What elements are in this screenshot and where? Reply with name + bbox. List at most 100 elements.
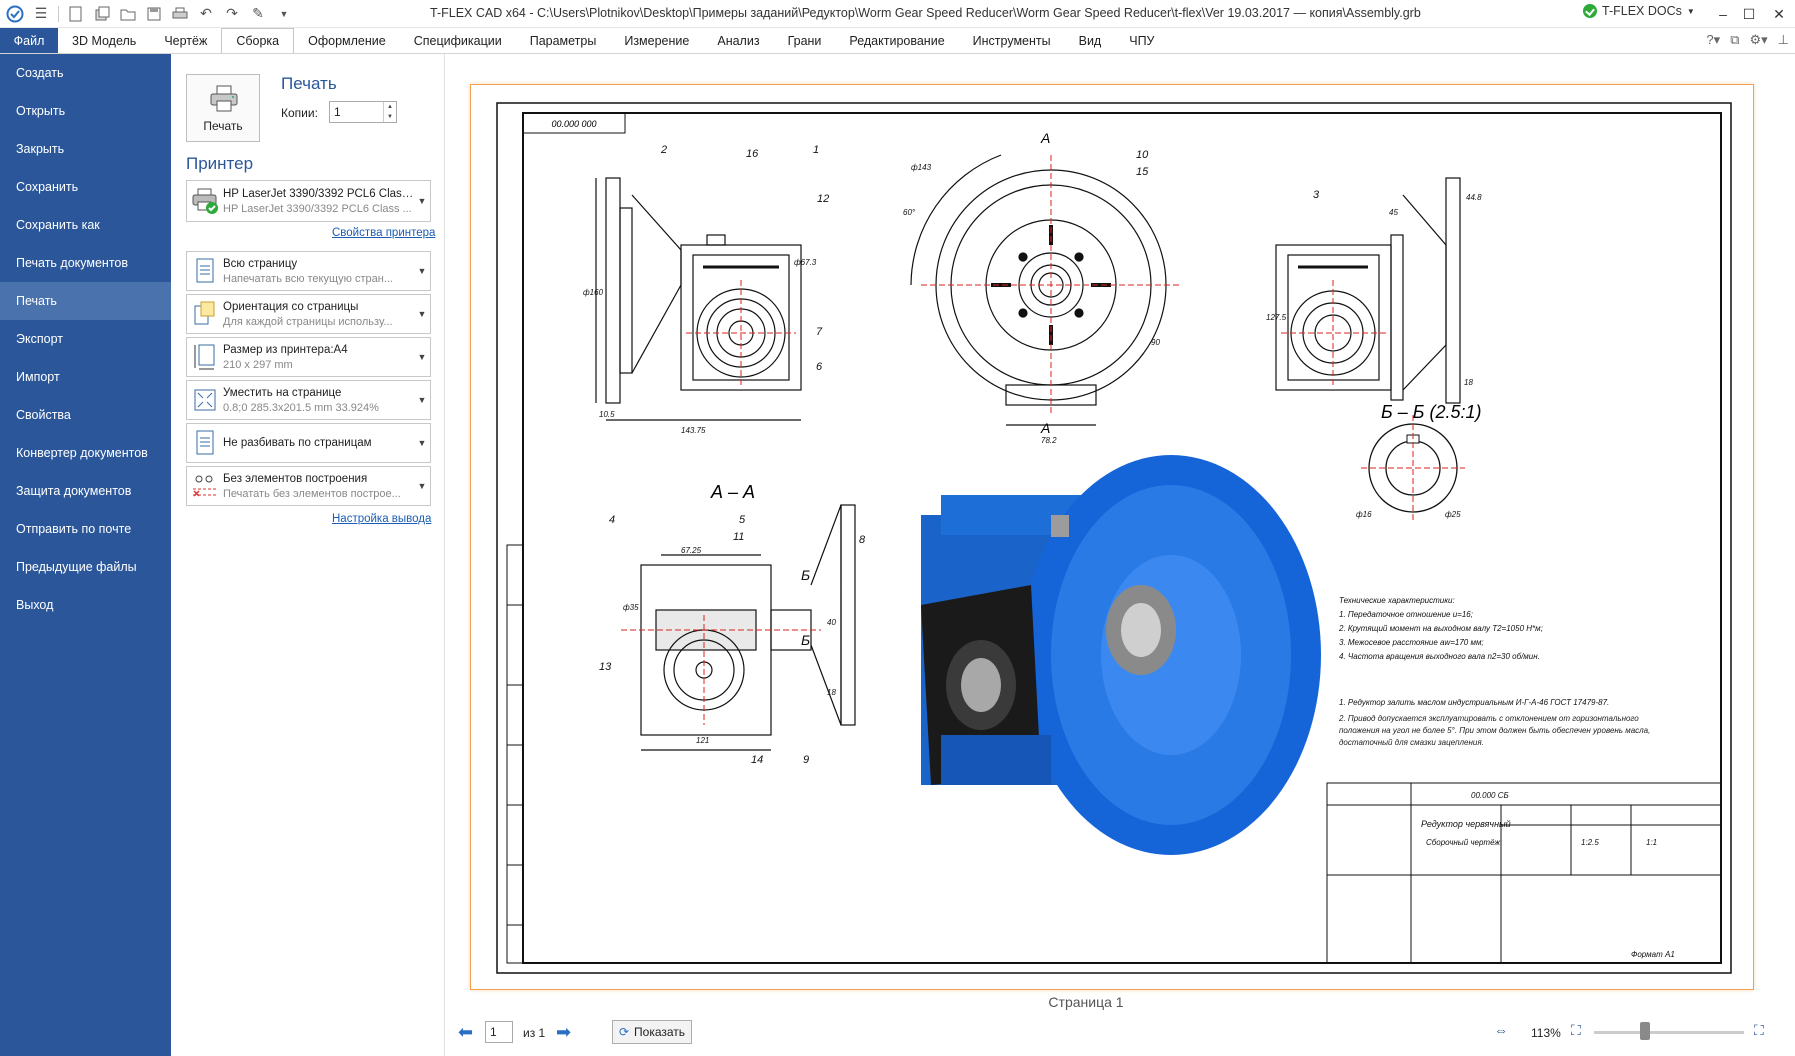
stepper-up-icon[interactable]: ▲ <box>384 102 396 112</box>
option-title: Размер из принтера:A4 <box>223 343 348 356</box>
copies-stepper[interactable]: ▲ ▼ <box>383 102 396 122</box>
close-button[interactable]: ✕ <box>1763 0 1795 28</box>
hamburger-menu-icon[interactable]: ☰ <box>30 3 52 25</box>
tab-faces[interactable]: Грани <box>774 28 836 53</box>
tab-cnc[interactable]: ЧПУ <box>1115 28 1168 53</box>
tab-drawing[interactable]: Чертёж <box>150 28 221 53</box>
chevron-down-icon: ▼ <box>417 481 427 491</box>
nav-print[interactable]: Печать <box>0 282 171 320</box>
open-folder-icon[interactable] <box>117 3 139 25</box>
tab-parameters[interactable]: Параметры <box>516 28 611 53</box>
dim-label: ф25 <box>1445 510 1461 519</box>
docs-connected-icon <box>1583 4 1597 18</box>
maximize-button[interactable]: ☐ <box>1733 0 1765 28</box>
nav-export[interactable]: Экспорт <box>0 320 171 358</box>
nav-open[interactable]: Открыть <box>0 92 171 130</box>
dim-label: ф67.3 <box>794 258 817 267</box>
paper-size-select[interactable]: Размер из принтера:A4 210 x 297 mm ▼ <box>186 337 431 377</box>
nav-exit[interactable]: Выход <box>0 586 171 624</box>
tab-analysis[interactable]: Анализ <box>703 28 773 53</box>
nav-import[interactable]: Импорт <box>0 358 171 396</box>
copies-input[interactable]: 1 ▲ ▼ <box>329 101 397 123</box>
section-bb-title: Б – Б (2.5:1) <box>1381 402 1481 422</box>
settings-gear-icon[interactable]: ⚙▾ <box>1749 32 1767 48</box>
title-scale: 1:1 <box>1646 838 1657 847</box>
save-icon[interactable] <box>143 3 165 25</box>
zoom-slider[interactable] <box>1594 1031 1744 1034</box>
undo-icon[interactable]: ↶ <box>195 3 217 25</box>
preview-page[interactable]: 00.000 000 А А Б – Б (2.5:1) А – А 2 16 … <box>470 84 1754 990</box>
new-document-icon[interactable] <box>65 3 87 25</box>
tech-note: 3. Межосевое расстояние aw=170 мм; <box>1339 638 1484 647</box>
nav-save[interactable]: Сохранить <box>0 168 171 206</box>
nav-recent-files[interactable]: Предыдущие файлы <box>0 548 171 586</box>
option-title: Не разбивать по страницам <box>223 437 372 449</box>
printer-select[interactable]: HP LaserJet 3390/3392 PCL6 Class ... HP … <box>186 180 431 222</box>
nav-send-email[interactable]: Отправить по почте <box>0 510 171 548</box>
page-of-label: из 1 <box>523 1026 546 1040</box>
fit-page-icon[interactable]: ⛶ <box>1571 1022 1581 1039</box>
page-input[interactable]: 1 <box>485 1021 513 1043</box>
stepper-down-icon[interactable]: ▼ <box>384 112 396 122</box>
print-button[interactable]: Печать <box>186 74 260 142</box>
option-sub: Для каждой страницы использу... <box>223 315 393 328</box>
copies-value: 1 <box>334 105 341 119</box>
tech-note: 4. Частота вращения выходного вала n2=30… <box>1339 652 1540 661</box>
page-split-select[interactable]: Не разбивать по страницам ▼ <box>186 423 431 463</box>
dim-label: 10.5 <box>599 410 615 419</box>
section-a-bottom: А <box>1040 420 1050 436</box>
fit-width-icon[interactable]: ⇔ <box>1494 1022 1508 1038</box>
show-button[interactable]: ⟳ Показать <box>612 1020 692 1044</box>
tab-formatting[interactable]: Оформление <box>294 28 400 53</box>
copy-icon[interactable]: ⧉ <box>1730 32 1739 48</box>
prev-page-icon[interactable]: ⬅ <box>458 1022 473 1043</box>
orientation-select[interactable]: Ориентация со страницы Для каждой страни… <box>186 294 431 334</box>
printer-name: HP LaserJet 3390/3392 PCL6 Class ... <box>223 187 414 200</box>
nav-properties[interactable]: Свойства <box>0 396 171 434</box>
tab-specifications[interactable]: Спецификации <box>400 28 516 53</box>
tab-3d-model[interactable]: 3D Модель <box>58 28 150 53</box>
pin-icon[interactable]: ⊥ <box>1778 32 1789 48</box>
tab-editing[interactable]: Редактирование <box>835 28 958 53</box>
option-title: Без элементов построения <box>223 472 368 485</box>
zoom-slider-thumb[interactable] <box>1640 1022 1650 1040</box>
printer-properties-link[interactable]: Свойства принтера <box>332 227 435 239</box>
print-icon[interactable] <box>169 3 191 25</box>
chevron-down-icon: ▼ <box>417 309 427 319</box>
nav-print-documents[interactable]: Печать документов <box>0 244 171 282</box>
chevron-down-icon: ▼ <box>1686 6 1695 16</box>
option-title: Ориентация со страницы <box>223 300 359 313</box>
print-range-select[interactable]: Всю страницу Напечатать всю текущую стра… <box>186 251 431 291</box>
tab-measure[interactable]: Измерение <box>610 28 703 53</box>
nav-close[interactable]: Закрыть <box>0 130 171 168</box>
tab-file[interactable]: Файл <box>0 28 58 53</box>
scaling-select[interactable]: Уместить на странице 0.8;0 285.3x201.5 m… <box>186 380 431 420</box>
construction-elements-select[interactable]: Без элементов построения Печатать без эл… <box>186 466 431 506</box>
callout-13: 13 <box>599 661 612 673</box>
callout-7: 7 <box>816 326 823 338</box>
tab-view[interactable]: Вид <box>1065 28 1116 53</box>
tab-tools[interactable]: Инструменты <box>959 28 1065 53</box>
chevron-down-icon: ▼ <box>417 196 427 206</box>
callout-2: 2 <box>660 144 667 156</box>
printer-sub: HP LaserJet 3390/3392 PCL6 Class ... <box>223 202 412 215</box>
nav-create[interactable]: Создать <box>0 54 171 92</box>
tflex-docs-indicator[interactable]: T-FLEX DOCs ▼ <box>1583 4 1695 18</box>
tab-assembly[interactable]: Сборка <box>221 28 295 53</box>
open-3d-icon[interactable] <box>91 3 113 25</box>
print-button-label: Печать <box>203 119 243 133</box>
output-settings-link[interactable]: Настройка вывода <box>332 513 431 525</box>
redo-icon[interactable]: ↷ <box>221 3 243 25</box>
customize-dropdown-icon[interactable]: ▼ <box>273 3 295 25</box>
fit-all-icon[interactable]: ⛶ <box>1754 1022 1764 1039</box>
help-icon[interactable]: ?▾ <box>1706 32 1720 48</box>
nav-document-protection[interactable]: Защита документов <box>0 472 171 510</box>
nav-document-converter[interactable]: Конвертер документов <box>0 434 171 472</box>
printer-ready-icon <box>187 182 223 220</box>
edit-icon[interactable]: ✎ <box>247 3 269 25</box>
next-page-icon[interactable]: ➡ <box>556 1022 571 1043</box>
dim-label: 40 <box>827 618 836 627</box>
front-view <box>595 177 802 421</box>
app-logo-icon[interactable] <box>4 3 26 25</box>
nav-save-as[interactable]: Сохранить как <box>0 206 171 244</box>
